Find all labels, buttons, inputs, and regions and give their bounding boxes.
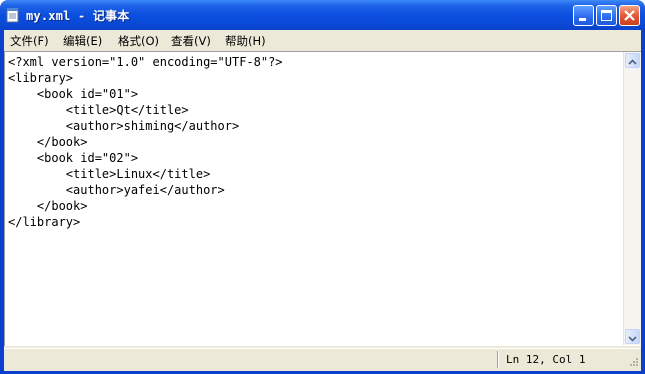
scroll-down-button[interactable] <box>625 329 640 344</box>
status-bar: Ln 12, Col 1 <box>4 348 641 371</box>
status-divider <box>497 351 498 368</box>
maximize-icon <box>601 10 612 21</box>
resize-grip-icon[interactable] <box>627 357 639 369</box>
title-bar[interactable]: my.xml - 记事本 <box>0 0 645 30</box>
text-editor[interactable]: <?xml version="1.0" encoding="UTF-8"?> <… <box>4 51 641 346</box>
editor-content[interactable]: <?xml version="1.0" encoding="UTF-8"?> <… <box>8 54 283 230</box>
close-button[interactable] <box>619 5 640 26</box>
menu-help[interactable]: 帮助(H) <box>225 33 266 49</box>
window-title: my.xml - 记事本 <box>26 9 130 23</box>
menu-file[interactable]: 文件(F) <box>10 33 49 49</box>
menu-view[interactable]: 查看(V) <box>171 33 211 49</box>
scroll-up-button[interactable] <box>625 53 640 68</box>
menu-bar: 文件(F) 编辑(E) 格式(O) 查看(V) 帮助(H) <box>4 30 641 50</box>
arrow-down-icon <box>628 336 637 342</box>
menu-format[interactable]: 格式(O) <box>118 33 159 49</box>
menu-edit[interactable]: 编辑(E) <box>63 33 102 49</box>
minimize-icon <box>579 18 586 21</box>
client-area: 文件(F) 编辑(E) 格式(O) 查看(V) 帮助(H) <?xml vers… <box>4 30 641 371</box>
close-icon <box>624 10 635 21</box>
maximize-button[interactable] <box>596 5 617 26</box>
notepad-icon <box>6 8 19 23</box>
vertical-scrollbar[interactable] <box>623 52 641 345</box>
cursor-position: Ln 12, Col 1 <box>506 353 586 366</box>
arrow-up-icon <box>628 59 637 65</box>
notepad-window: my.xml - 记事本 文件(F) 编辑(E) 格式(O) 查看(V) 帮助( <box>0 0 645 374</box>
minimize-button[interactable] <box>573 5 594 26</box>
